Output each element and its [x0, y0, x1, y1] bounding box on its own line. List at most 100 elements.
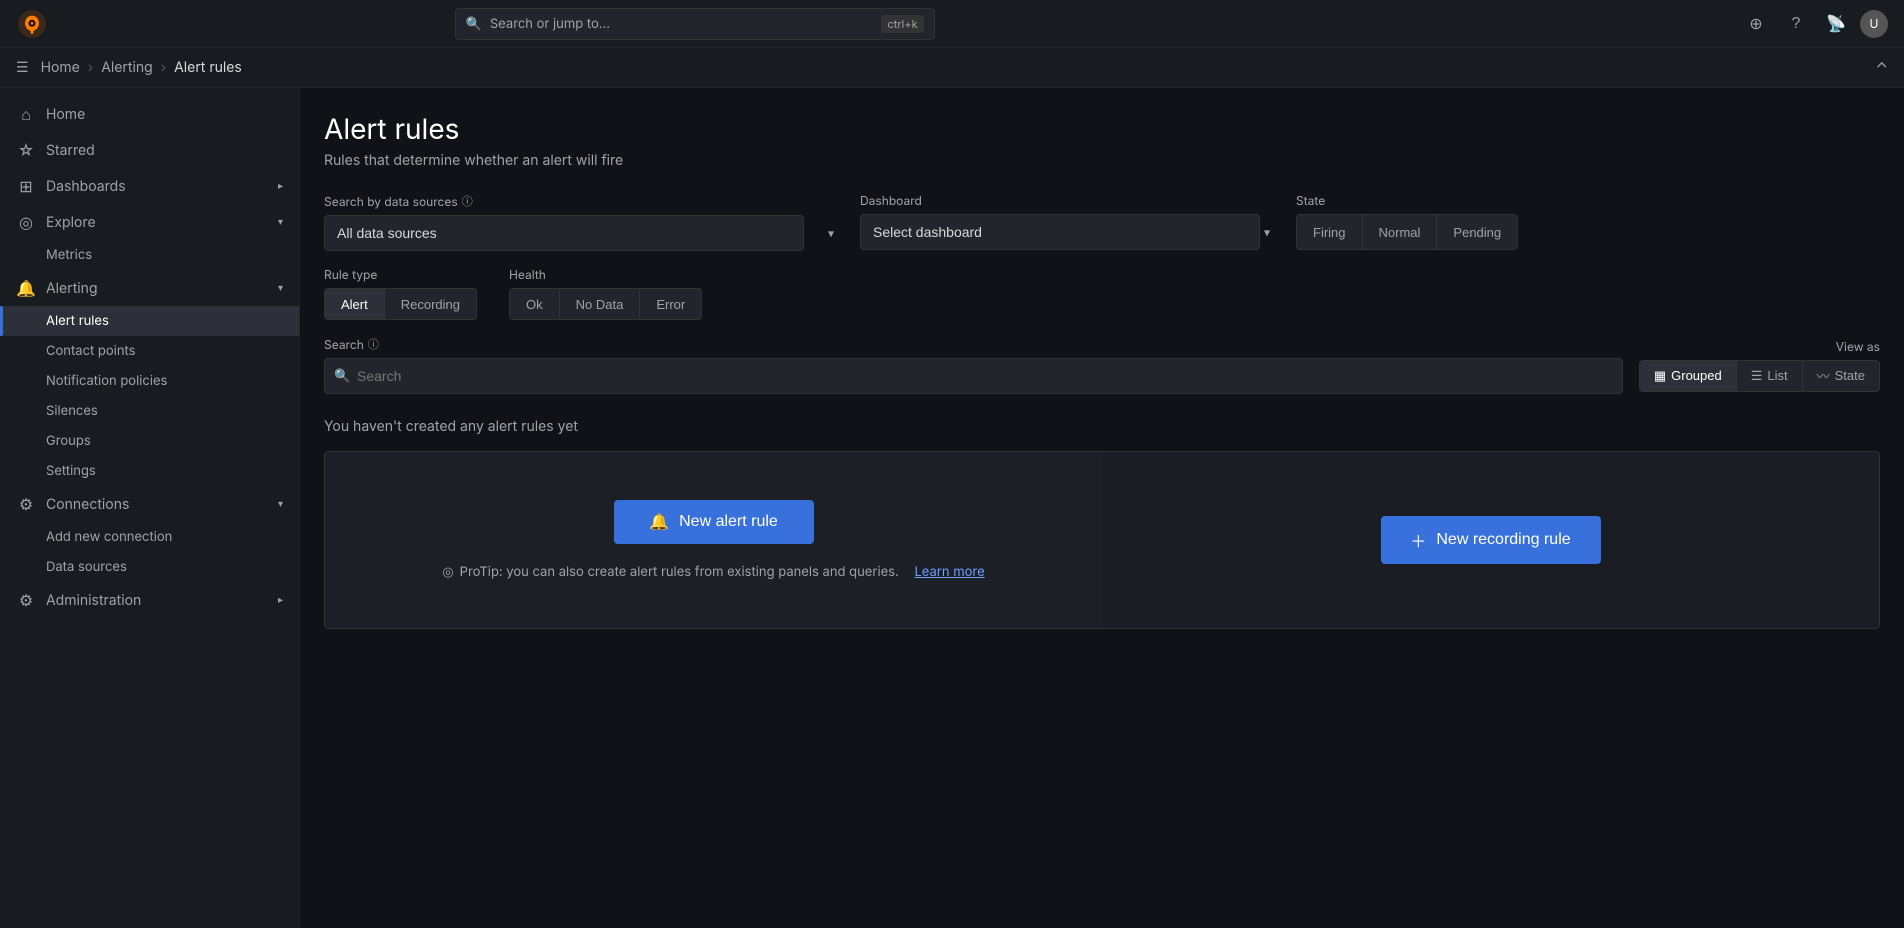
chevron-right-icon: ▸: [278, 594, 283, 606]
sidebar-item-dashboards[interactable]: ⊞ Dashboards ▸: [0, 168, 299, 204]
datasource-label: Search by data sources ⓘ: [324, 193, 844, 209]
connections-icon: ⚙: [16, 494, 36, 514]
rule-type-group: Rule type Alert Recording: [324, 267, 477, 320]
bell-icon: 🔔: [16, 278, 36, 298]
chevron-down-icon-3: ▾: [278, 282, 283, 294]
sidebar-groups-label: Groups: [46, 433, 91, 449]
home-icon: ⌂: [16, 104, 36, 124]
search-left: Search ⓘ 🔍: [324, 336, 1623, 394]
page-title: Alert rules: [324, 112, 1880, 146]
sidebar-notification-policies-label: Notification policies: [46, 373, 167, 389]
state-firing-button[interactable]: Firing: [1297, 215, 1363, 249]
sidebar-sub-data-sources[interactable]: Data sources: [0, 552, 299, 582]
admin-icon: ⚙: [16, 590, 36, 610]
datasource-select[interactable]: All data sources: [324, 215, 804, 251]
bell-icon-btn: 🔔: [649, 512, 669, 532]
sidebar-item-administration[interactable]: ⚙ Administration ▸: [0, 582, 299, 618]
new-alert-rule-button[interactable]: 🔔 New alert rule: [614, 500, 814, 544]
sidebar-dashboards-label: Dashboards: [46, 178, 126, 195]
datasource-info-icon[interactable]: ⓘ: [462, 193, 473, 209]
sidebar-item-home[interactable]: ⌂ Home: [0, 96, 299, 132]
sidebar-sub-alert-rules[interactable]: Alert rules: [0, 306, 299, 336]
empty-message: You haven't created any alert rules yet: [324, 418, 1880, 435]
sidebar-sub-groups[interactable]: Groups: [0, 426, 299, 456]
global-search[interactable]: 🔍 Search or jump to... ctrl+k: [455, 8, 935, 40]
search-shortcut: ctrl+k: [881, 15, 923, 33]
rule-type-label: Rule type: [324, 267, 477, 282]
sidebar-home-label: Home: [46, 106, 85, 123]
sidebar-alerting-label: Alerting: [46, 280, 98, 297]
breadcrumb-current: Alert rules: [174, 59, 242, 76]
cta-right-panel: ＋ New recording rule: [1102, 451, 1880, 629]
health-nodata-button[interactable]: No Data: [560, 289, 641, 319]
health-ok-button[interactable]: Ok: [510, 289, 560, 319]
add-button[interactable]: ⊕: [1740, 8, 1772, 40]
view-as-group: View as ▦ Grouped ☰ List 〰 State: [1639, 339, 1880, 392]
cta-left-panel: 🔔 New alert rule ◎ ProTip: you can also …: [324, 451, 1102, 629]
sidebar-sub-notification-policies[interactable]: Notification policies: [0, 366, 299, 396]
rss-icon: 📡: [1826, 14, 1846, 34]
news-button[interactable]: 📡: [1820, 8, 1852, 40]
sidebar-sub-settings[interactable]: Settings: [0, 456, 299, 486]
main-content: Alert rules Rules that determine whether…: [300, 88, 1904, 928]
search-info-icon[interactable]: ⓘ: [368, 336, 379, 352]
view-as-state-button[interactable]: 〰 State: [1803, 361, 1879, 391]
state-icon: 〰: [1817, 366, 1830, 385]
rule-type-recording-button[interactable]: Recording: [385, 289, 476, 319]
sidebar-sub-add-connection[interactable]: Add new connection: [0, 522, 299, 552]
filters-row-2: Rule type Alert Recording Health Ok No D…: [324, 267, 1880, 320]
new-recording-rule-button[interactable]: ＋ New recording rule: [1381, 516, 1601, 564]
health-error-button[interactable]: Error: [640, 289, 701, 319]
dashboard-select-wrapper: Select dashboard: [860, 214, 1280, 250]
sidebar-item-alerting[interactable]: 🔔 Alerting ▾: [0, 270, 299, 306]
filters-row-1: Search by data sources ⓘ All data source…: [324, 193, 1880, 251]
help-button[interactable]: ?: [1780, 8, 1812, 40]
search-label: Search ⓘ: [324, 336, 1623, 352]
sidebar-data-sources-label: Data sources: [46, 559, 127, 575]
breadcrumb-alerting[interactable]: Alerting: [101, 59, 153, 76]
learn-more-link[interactable]: Learn more: [914, 564, 984, 580]
state-label: State: [1296, 193, 1518, 208]
hamburger-menu[interactable]: ☰: [16, 59, 29, 76]
sidebar-sub-metrics[interactable]: Metrics: [0, 240, 299, 270]
rule-type-alert-button[interactable]: Alert: [325, 289, 385, 319]
page-subtitle: Rules that determine whether an alert wi…: [324, 152, 1880, 169]
grouped-icon: ▦: [1654, 368, 1666, 384]
grafana-logo[interactable]: [16, 8, 48, 40]
collapse-icon[interactable]: ⌃: [1876, 58, 1889, 78]
dashboard-select[interactable]: Select dashboard: [860, 214, 1260, 250]
dashboard-label: Dashboard: [860, 193, 1280, 208]
sidebar-item-connections[interactable]: ⚙ Connections ▾: [0, 486, 299, 522]
sidebar-starred-label: Starred: [46, 142, 95, 159]
chevron-down-icon-2: ▾: [278, 216, 283, 228]
sidebar-sub-silences[interactable]: Silences: [0, 396, 299, 426]
sidebar-metrics-label: Metrics: [46, 247, 92, 263]
breadcrumb-bar: ☰ Home › Alerting › Alert rules ⌃: [0, 48, 1904, 88]
breadcrumb-sep-1: ›: [88, 59, 93, 76]
sidebar-item-explore[interactable]: ◎ Explore ▾: [0, 204, 299, 240]
view-as-grouped-button[interactable]: ▦ Grouped: [1640, 361, 1737, 391]
sidebar-sub-contact-points[interactable]: Contact points: [0, 336, 299, 366]
search-icon: 🔍: [466, 16, 482, 32]
breadcrumb-home[interactable]: Home: [41, 59, 80, 76]
protip-icon: ◎: [442, 564, 453, 580]
sidebar-explore-label: Explore: [46, 214, 96, 231]
plus-icon-btn: ＋: [1410, 528, 1426, 552]
sidebar-connections-label: Connections: [46, 496, 129, 513]
explore-icon: ◎: [16, 212, 36, 232]
search-placeholder-text: Search or jump to...: [490, 16, 610, 32]
datasource-select-wrapper: All data sources: [324, 215, 844, 251]
dashboard-icon: ⊞: [16, 176, 36, 196]
search-input[interactable]: [324, 358, 1623, 394]
state-pending-button[interactable]: Pending: [1437, 215, 1517, 249]
star-icon: ☆: [16, 140, 36, 160]
sidebar-item-starred[interactable]: ☆ Starred: [0, 132, 299, 168]
user-avatar[interactable]: U: [1860, 10, 1888, 38]
state-filter-group: State Firing Normal Pending: [1296, 193, 1518, 250]
state-normal-button[interactable]: Normal: [1363, 215, 1438, 249]
breadcrumb-sep-2: ›: [161, 59, 166, 76]
view-as-list-button[interactable]: ☰ List: [1737, 361, 1803, 391]
plus-icon: ⊕: [1749, 14, 1762, 34]
protip-text: ◎ ProTip: you can also create alert rule…: [442, 564, 984, 580]
sidebar: ⌂ Home ☆ Starred ⊞ Dashboards ▸ ◎ Explor…: [0, 88, 300, 928]
